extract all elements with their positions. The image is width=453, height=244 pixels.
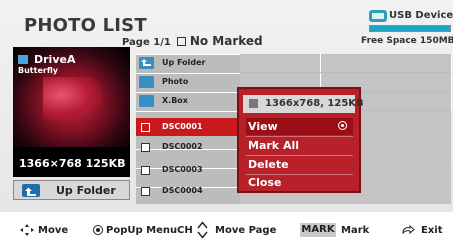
popup-item-close[interactable]: Close	[246, 174, 353, 191]
checkbox-icon	[176, 37, 186, 46]
device-info: USB Device Free Space 150MB	[361, 8, 453, 48]
popup-item-label: Close	[248, 176, 282, 189]
list-item[interactable]: DSC0003	[136, 161, 239, 179]
channel-updown-icon	[197, 221, 208, 239]
free-space-bar	[369, 25, 451, 32]
popup-item-delete[interactable]: Delete	[246, 156, 353, 173]
folder-icon	[139, 95, 154, 107]
up-folder-icon	[139, 57, 154, 69]
list-item-label: DSC0004	[162, 186, 203, 195]
drive-icon	[18, 55, 28, 64]
image-info-icon	[249, 99, 258, 108]
grid-cell	[321, 54, 452, 72]
device-name: USB Device	[389, 10, 453, 21]
list-item-label: DSC0002	[162, 142, 203, 151]
hint-popup-menu: PopUp Menu	[106, 225, 178, 236]
list-item[interactable]: DSC0001	[136, 118, 239, 136]
preview-resolution-size: 1366×768 125KB	[19, 157, 126, 170]
list-item[interactable]: X.Box	[136, 92, 239, 110]
list-item-label: Up Folder	[162, 58, 206, 67]
page-info: Page 1/1 No Marked	[122, 34, 263, 48]
list-item-label: DSC0003	[162, 165, 203, 174]
list-item[interactable]: Up Folder	[136, 54, 239, 72]
up-folder-button-label: Up Folder	[56, 184, 116, 197]
preview-panel: DriveA Butterfly 1366×768 125KB	[13, 47, 130, 177]
usb-drive-icon	[369, 10, 387, 22]
grid-cell	[240, 54, 321, 72]
footer-hints: Move PopUp Menu CH Move Page MARK Mark E…	[0, 214, 453, 244]
drive-name: DriveA	[34, 53, 76, 66]
list-item[interactable]: Photo	[136, 73, 239, 91]
list-item-label: X.Box	[162, 96, 188, 105]
checkbox-icon[interactable]	[141, 166, 150, 175]
popup-item-view[interactable]: View	[246, 118, 353, 135]
mark-key-icon: MARK	[300, 223, 336, 237]
hint-move-page: Move Page	[215, 225, 277, 236]
popup-item-mark-all[interactable]: Mark All	[246, 137, 353, 154]
arrow-keys-icon	[20, 224, 34, 236]
up-folder-button[interactable]: Up Folder	[13, 180, 130, 200]
popup-item-label: Delete	[248, 158, 289, 171]
radio-selected-icon	[338, 121, 347, 130]
preview-file-name: Butterfly	[18, 66, 58, 75]
list-item[interactable]: DSC0002	[136, 138, 239, 156]
exit-icon	[402, 224, 415, 235]
popup-header: 1366x768, 125KB	[243, 95, 364, 113]
hint-ch: CH	[177, 225, 193, 236]
list-item[interactable]: DSC0004	[136, 182, 239, 200]
up-folder-icon	[22, 184, 40, 197]
butterfly-image	[43, 77, 103, 122]
drive-label: DriveA Butterfly	[18, 53, 75, 75]
checkbox-icon[interactable]	[141, 143, 150, 152]
page-title: PHOTO LIST	[24, 15, 147, 36]
checkbox-icon[interactable]	[141, 187, 150, 196]
free-space-label: Free Space 150MB	[361, 36, 453, 46]
popup-header-text: 1366x768, 125KB	[265, 98, 364, 109]
hint-exit: Exit	[421, 225, 443, 236]
list-item-label: DSC0001	[162, 122, 203, 131]
popup-item-label: View	[248, 120, 278, 133]
hint-mark: Mark	[341, 225, 370, 236]
marked-status: No Marked	[189, 34, 263, 48]
hint-move: Move	[38, 225, 69, 236]
popup-item-label: Mark All	[248, 139, 299, 152]
checkbox-icon[interactable]	[141, 123, 150, 132]
ok-button-icon	[93, 225, 103, 235]
folder-icon	[139, 76, 154, 88]
list-item-label: Photo	[162, 77, 189, 86]
popup-menu: 1366x768, 125KB View Mark All Delete Clo…	[237, 87, 364, 193]
